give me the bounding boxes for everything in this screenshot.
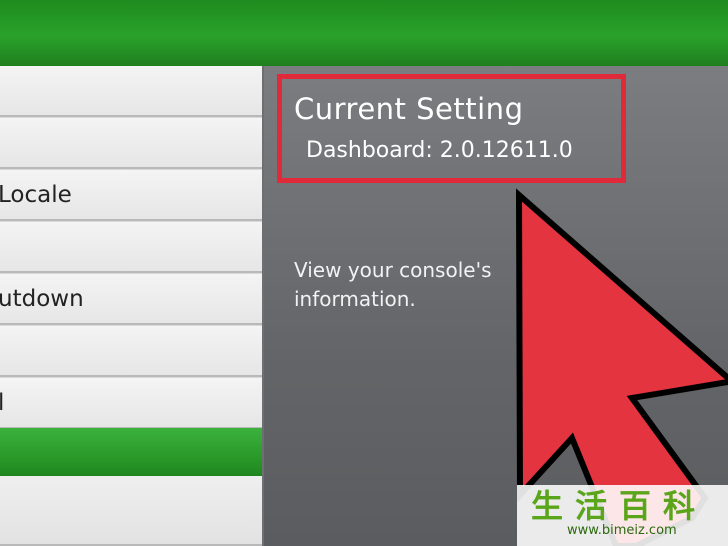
watermark-url: www.bimeiz.com bbox=[567, 523, 677, 538]
watermark: 生活百科 www.bimeiz.com bbox=[517, 485, 728, 546]
pointer-arrow-icon bbox=[515, 188, 728, 546]
watermark-logo: 生活百科 bbox=[531, 487, 708, 525]
